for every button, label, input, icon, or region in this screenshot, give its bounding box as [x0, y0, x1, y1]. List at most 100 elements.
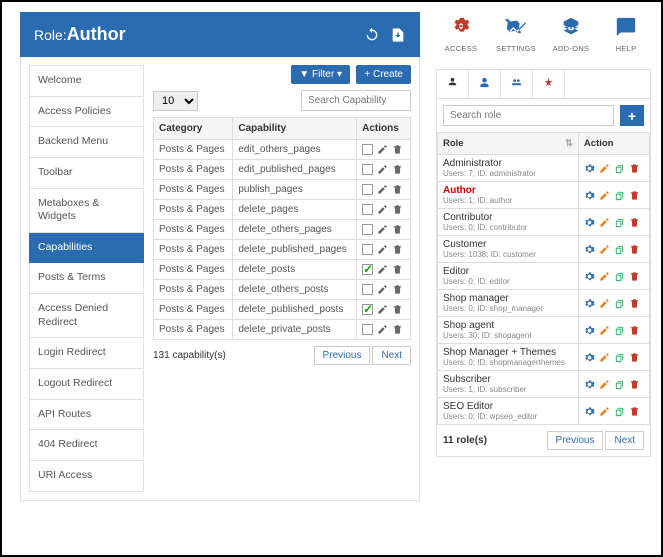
delete-icon[interactable]	[392, 244, 403, 255]
role-name[interactable]: Shop agent	[443, 320, 573, 331]
refresh-icon[interactable]	[364, 27, 380, 43]
sidenav-item[interactable]: Metaboxes & Widgets	[29, 189, 144, 233]
role-name[interactable]: Editor	[443, 266, 573, 277]
col-role[interactable]: Role ⇅	[438, 133, 579, 155]
capability-checkbox[interactable]	[362, 184, 373, 195]
sidenav-item[interactable]: Login Redirect	[29, 338, 144, 369]
capability-search[interactable]	[301, 90, 411, 111]
delete-icon[interactable]	[392, 224, 403, 235]
gear-icon[interactable]	[584, 406, 595, 417]
role-name[interactable]: Author	[443, 185, 573, 196]
next-button[interactable]: Next	[372, 346, 411, 365]
delete-icon[interactable]	[392, 144, 403, 155]
filter-button[interactable]: ▼ Filter ▾	[291, 65, 350, 84]
clone-icon[interactable]	[614, 379, 625, 390]
edit-icon[interactable]	[377, 244, 388, 255]
tab-visitors[interactable]	[501, 70, 533, 98]
edit-icon[interactable]	[377, 284, 388, 295]
delete-icon[interactable]	[629, 244, 640, 255]
gear-icon[interactable]	[584, 352, 595, 363]
col-capability[interactable]: Capability	[233, 118, 357, 140]
edit-icon[interactable]	[377, 164, 388, 175]
edit-icon[interactable]	[599, 163, 610, 174]
delete-icon[interactable]	[392, 184, 403, 195]
gear-icon[interactable]	[584, 298, 595, 309]
edit-icon[interactable]	[377, 144, 388, 155]
quick-help[interactable]: HELP	[603, 16, 649, 53]
delete-icon[interactable]	[392, 284, 403, 295]
capability-checkbox[interactable]	[362, 224, 373, 235]
edit-icon[interactable]	[377, 264, 388, 275]
sidenav-item[interactable]: Welcome	[29, 65, 144, 97]
role-name[interactable]: Customer	[443, 239, 573, 250]
edit-icon[interactable]	[599, 325, 610, 336]
create-button[interactable]: + Create	[356, 65, 411, 84]
sidenav-item[interactable]: 404 Redirect	[29, 430, 144, 461]
edit-icon[interactable]	[599, 217, 610, 228]
sidenav-item[interactable]: Logout Redirect	[29, 369, 144, 400]
edit-icon[interactable]	[599, 352, 610, 363]
gear-icon[interactable]	[584, 271, 595, 282]
sidenav-item[interactable]: Backend Menu	[29, 127, 144, 158]
gear-icon[interactable]	[584, 325, 595, 336]
clone-icon[interactable]	[614, 406, 625, 417]
edit-icon[interactable]	[377, 324, 388, 335]
capability-checkbox[interactable]	[362, 264, 373, 275]
role-name[interactable]: Shop manager	[443, 293, 573, 304]
sidenav-item[interactable]: Capabilities	[29, 233, 144, 264]
delete-icon[interactable]	[392, 324, 403, 335]
capability-checkbox[interactable]	[362, 324, 373, 335]
delete-icon[interactable]	[629, 163, 640, 174]
clone-icon[interactable]	[614, 298, 625, 309]
edit-icon[interactable]	[599, 271, 610, 282]
gear-icon[interactable]	[584, 244, 595, 255]
delete-icon[interactable]	[392, 264, 403, 275]
capability-checkbox[interactable]	[362, 204, 373, 215]
edit-icon[interactable]	[599, 244, 610, 255]
clone-icon[interactable]	[614, 217, 625, 228]
tab-default[interactable]	[533, 70, 565, 98]
role-name[interactable]: SEO Editor	[443, 401, 573, 412]
sidenav-item[interactable]: URI Access	[29, 461, 144, 492]
sidenav-item[interactable]: Posts & Terms	[29, 263, 144, 294]
delete-icon[interactable]	[629, 352, 640, 363]
role-name[interactable]: Administrator	[443, 158, 573, 169]
sidenav-item[interactable]: API Routes	[29, 400, 144, 431]
edit-icon[interactable]	[599, 379, 610, 390]
export-icon[interactable]	[390, 27, 406, 43]
quick-access[interactable]: ACCESS	[438, 16, 484, 53]
sidenav-item[interactable]: Toolbar	[29, 158, 144, 189]
edit-icon[interactable]	[377, 224, 388, 235]
role-name[interactable]: Contributor	[443, 212, 573, 223]
capability-checkbox[interactable]	[362, 304, 373, 315]
role-name[interactable]: Shop Manager + Themes	[443, 347, 573, 358]
delete-icon[interactable]	[392, 204, 403, 215]
pagesize-select[interactable]: 10	[153, 91, 198, 111]
delete-icon[interactable]	[392, 304, 403, 315]
edit-icon[interactable]	[599, 190, 610, 201]
delete-icon[interactable]	[392, 164, 403, 175]
tab-users[interactable]	[469, 70, 501, 98]
delete-icon[interactable]	[629, 271, 640, 282]
sidenav-item[interactable]: Access Denied Redirect	[29, 294, 144, 338]
delete-icon[interactable]	[629, 190, 640, 201]
delete-icon[interactable]	[629, 379, 640, 390]
capability-checkbox[interactable]	[362, 144, 373, 155]
gear-icon[interactable]	[584, 190, 595, 201]
col-category[interactable]: Category	[154, 118, 233, 140]
role-search[interactable]	[443, 105, 614, 126]
clone-icon[interactable]	[614, 325, 625, 336]
capability-checkbox[interactable]	[362, 244, 373, 255]
clone-icon[interactable]	[614, 271, 625, 282]
gear-icon[interactable]	[584, 163, 595, 174]
delete-icon[interactable]	[629, 217, 640, 228]
edit-icon[interactable]	[377, 204, 388, 215]
prev-button[interactable]: Previous	[314, 346, 371, 365]
delete-icon[interactable]	[629, 406, 640, 417]
tab-roles[interactable]	[437, 70, 469, 98]
clone-icon[interactable]	[614, 352, 625, 363]
role-next-button[interactable]: Next	[605, 431, 644, 450]
delete-icon[interactable]	[629, 298, 640, 309]
clone-icon[interactable]	[614, 244, 625, 255]
capability-checkbox[interactable]	[362, 164, 373, 175]
